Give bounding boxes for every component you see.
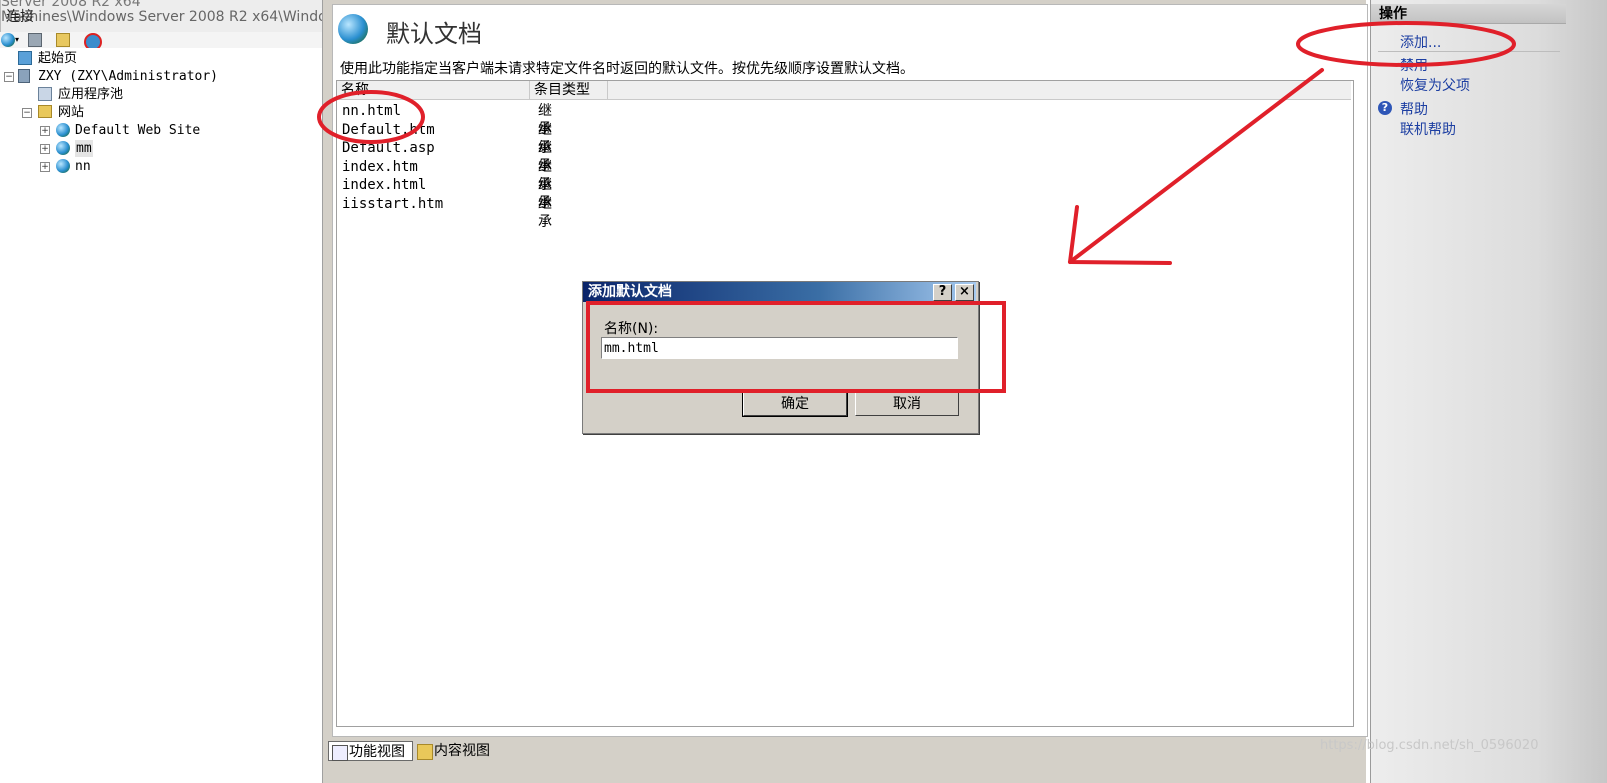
tab-content-view[interactable]: 内容视图 bbox=[414, 741, 500, 761]
chevron-down-icon[interactable]: ▾ bbox=[15, 33, 21, 47]
site-globe-icon bbox=[56, 159, 70, 173]
row-name: index.html bbox=[342, 177, 427, 193]
actions-divider bbox=[1378, 51, 1560, 52]
action-disable[interactable]: 禁用 bbox=[1400, 55, 1428, 75]
expand-icon[interactable]: + bbox=[40, 126, 50, 136]
row-name: iisstart.htm bbox=[342, 196, 444, 212]
action-online-help[interactable]: 联机帮助 bbox=[1400, 119, 1456, 139]
row-name: Default.htm bbox=[342, 122, 435, 138]
column-header-name[interactable]: 名称 bbox=[337, 81, 530, 99]
connections-toolbar: ▾ bbox=[0, 32, 323, 51]
dialog-title: 添加默认文档 bbox=[588, 284, 672, 300]
watermark-text: https://blog.csdn.net/sh_0596020 bbox=[1320, 738, 1539, 753]
tab-label: 内容视图 bbox=[434, 743, 490, 759]
ok-button[interactable]: 确定 bbox=[743, 392, 847, 416]
expand-icon[interactable]: + bbox=[40, 144, 50, 154]
default-document-icon bbox=[338, 14, 368, 44]
row-name: nn.html bbox=[342, 103, 402, 119]
sites-folder-icon bbox=[38, 105, 52, 118]
row-name: Default.asp bbox=[342, 140, 435, 156]
page-description: 使用此功能指定当客户端未请求特定文件名时返回的默认文件。按优先级顺序设置默认文档… bbox=[340, 61, 914, 77]
expand-icon[interactable]: + bbox=[40, 162, 50, 172]
tree-item-label: mm bbox=[75, 140, 93, 157]
tree-item-label: nn bbox=[75, 159, 91, 174]
content-view-icon bbox=[417, 744, 433, 760]
actions-header: 操作 bbox=[1371, 4, 1566, 24]
server-icon bbox=[18, 69, 30, 83]
help-icon: ? bbox=[1378, 101, 1392, 115]
tree-item-label: 起始页 bbox=[38, 51, 78, 66]
save-icon[interactable] bbox=[28, 33, 42, 47]
tree-item-label: 网站 bbox=[58, 105, 85, 120]
tree-item-label: ZXY (ZXY\Administrator) bbox=[38, 69, 219, 84]
cancel-button[interactable]: 取消 bbox=[855, 392, 959, 416]
collapse-icon[interactable]: − bbox=[4, 72, 14, 82]
row-name: index.htm bbox=[342, 159, 418, 175]
site-globe-icon bbox=[56, 141, 70, 155]
page-title: 默认文档 bbox=[386, 20, 482, 48]
tab-label: 功能视图 bbox=[349, 744, 405, 760]
app-pool-icon bbox=[38, 87, 52, 101]
tree-item-label: Default Web Site bbox=[75, 123, 201, 138]
dialog-close-button[interactable]: × bbox=[955, 284, 974, 301]
action-revert-to-parent[interactable]: 恢复为父项 bbox=[1400, 75, 1470, 95]
connections-tree bbox=[0, 48, 322, 783]
list-header: 名称 条目类型 bbox=[337, 81, 1351, 100]
name-field-label: 名称(N): bbox=[604, 321, 659, 337]
tab-features-view[interactable]: 功能视图 bbox=[328, 741, 413, 761]
tree-item-label: 应用程序池 bbox=[58, 87, 124, 102]
document-name-input[interactable] bbox=[601, 337, 958, 359]
row-type: 继承 bbox=[538, 196, 552, 230]
collapse-icon[interactable]: − bbox=[22, 108, 32, 118]
connections-label: 连接 bbox=[6, 9, 34, 25]
connect-globe-icon[interactable] bbox=[1, 33, 15, 47]
site-globe-icon bbox=[56, 123, 70, 137]
dialog-help-button[interactable]: ? bbox=[933, 284, 952, 301]
up-folder-icon[interactable] bbox=[56, 33, 70, 47]
features-view-icon bbox=[332, 745, 348, 761]
start-page-icon bbox=[18, 51, 32, 65]
action-add[interactable]: 添加... bbox=[1400, 32, 1441, 52]
action-help[interactable]: 帮助 bbox=[1400, 99, 1428, 119]
column-header-entry-type[interactable]: 条目类型 bbox=[530, 81, 608, 99]
